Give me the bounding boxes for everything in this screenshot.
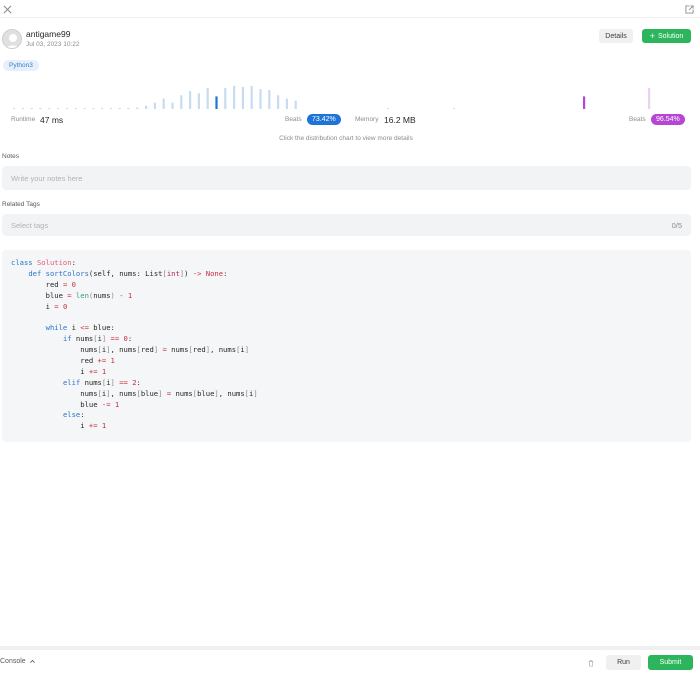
- chart-hint: Click the distribution chart to view mor…: [279, 135, 413, 142]
- runtime-bar[interactable]: [57, 107, 60, 109]
- chevron-up-icon: [29, 659, 35, 663]
- runtime-bar[interactable]: [136, 107, 139, 109]
- code-line: nums[i], nums[red] = nums[red], nums[i]: [11, 345, 250, 355]
- code-line: while i <= blue:: [45, 323, 115, 333]
- runtime-bar[interactable]: [197, 93, 200, 109]
- runtime-bar[interactable]: [294, 100, 297, 109]
- submit-button[interactable]: Submit: [648, 655, 693, 670]
- run-button[interactable]: Run: [606, 655, 641, 670]
- runtime-bar[interactable]: [118, 107, 121, 109]
- code-line: class Solution:: [11, 258, 76, 267]
- runtime-bar[interactable]: [74, 107, 77, 109]
- plus-icon: +: [649, 30, 655, 41]
- runtime-bar[interactable]: [206, 88, 209, 109]
- runtime-bar[interactable]: [30, 107, 33, 109]
- runtime-value: 47 ms: [40, 115, 64, 125]
- runtime-bar[interactable]: [268, 90, 271, 109]
- runtime-bar[interactable]: [21, 107, 24, 109]
- notes-input[interactable]: [11, 173, 691, 183]
- console-label: Console: [0, 658, 26, 665]
- memory-bar[interactable]: [387, 107, 390, 109]
- runtime-bar[interactable]: [250, 85, 253, 109]
- code-line: i += 1: [11, 366, 107, 376]
- runtime-bar[interactable]: [83, 107, 86, 109]
- console-toggle[interactable]: Console: [0, 658, 36, 665]
- username[interactable]: antigame99: [26, 29, 80, 40]
- code-line: blue = len(nums) - 1: [11, 290, 133, 300]
- runtime-bar[interactable]: [48, 107, 51, 109]
- runtime-bar[interactable]: [92, 107, 95, 109]
- memory-bar[interactable]: [453, 107, 456, 109]
- memory-beats-label: Beats: [629, 116, 646, 123]
- code-line: if nums[i] == 0:: [62, 334, 133, 344]
- tags-placeholder: Select tags: [11, 220, 49, 230]
- runtime-bar[interactable]: [101, 107, 104, 109]
- runtime-label: Runtime: [11, 116, 36, 123]
- tags-select[interactable]: Select tags 0/5: [2, 214, 691, 236]
- runtime-bar[interactable]: [233, 85, 236, 109]
- runtime-beats-badge: 73.42%: [307, 114, 341, 125]
- trash-icon[interactable]: [585, 657, 597, 669]
- runtime-bar[interactable]: [145, 105, 148, 109]
- code-line: blue -= 1: [11, 399, 120, 409]
- solution-button-label: Solution: [657, 32, 684, 40]
- runtime-bar[interactable]: [189, 91, 192, 109]
- runtime-beats-label: Beats: [285, 116, 302, 123]
- notes-label: Notes: [2, 153, 19, 160]
- runtime-bar[interactable]: [127, 107, 130, 109]
- code-line: elif nums[i] == 2:: [62, 377, 141, 387]
- runtime-bar[interactable]: [215, 96, 218, 109]
- submission-author: antigame99 Jul 03, 2023 10:22: [2, 29, 80, 49]
- code-line: i = 0: [11, 301, 68, 311]
- open-external-icon[interactable]: [682, 2, 696, 16]
- runtime-bar[interactable]: [285, 98, 288, 110]
- runtime-bar[interactable]: [65, 107, 68, 109]
- runtime-bar[interactable]: [277, 95, 280, 109]
- runtime-bar[interactable]: [162, 98, 165, 110]
- notes-field[interactable]: [2, 166, 691, 190]
- code-line: i += 1: [11, 421, 107, 431]
- code-block[interactable]: class Solution: def sortColors(self, num…: [2, 250, 691, 442]
- memory-beats-badge: 96.54%: [651, 114, 685, 125]
- runtime-bar[interactable]: [180, 95, 183, 109]
- solution-button[interactable]: + Solution: [642, 29, 691, 43]
- memory-value: 16.2 MB: [384, 115, 416, 125]
- runtime-bar[interactable]: [153, 102, 156, 109]
- tags-count: 0/5: [671, 220, 682, 230]
- top-bar: [0, 0, 700, 18]
- avatar[interactable]: [2, 29, 22, 49]
- runtime-bar[interactable]: [39, 107, 42, 109]
- code-line: nums[i], nums[blue] = nums[blue], nums[i…: [11, 388, 258, 398]
- language-tag: Python3: [3, 60, 39, 71]
- code-line: red = 0: [11, 279, 76, 289]
- details-button[interactable]: Details: [599, 29, 633, 43]
- memory-label: Memory: [355, 116, 379, 123]
- related-tags-label: Related Tags: [2, 201, 40, 208]
- code-line: else:: [62, 410, 85, 420]
- code-line: red += 1: [11, 356, 115, 366]
- submission-date: Jul 03, 2023 10:22: [26, 41, 80, 48]
- runtime-bar[interactable]: [171, 102, 174, 109]
- runtime-bar[interactable]: [109, 107, 112, 109]
- runtime-bar[interactable]: [224, 88, 227, 109]
- runtime-bar[interactable]: [241, 86, 244, 109]
- close-icon[interactable]: [0, 2, 14, 16]
- runtime-bar[interactable]: [259, 89, 262, 109]
- runtime-bar[interactable]: [13, 107, 16, 109]
- memory-bar[interactable]: [583, 96, 586, 109]
- distribution-chart[interactable]: [0, 80, 700, 110]
- memory-bar[interactable]: [648, 88, 651, 109]
- code-line: def sortColors(self, nums: List[int]) ->…: [28, 268, 228, 278]
